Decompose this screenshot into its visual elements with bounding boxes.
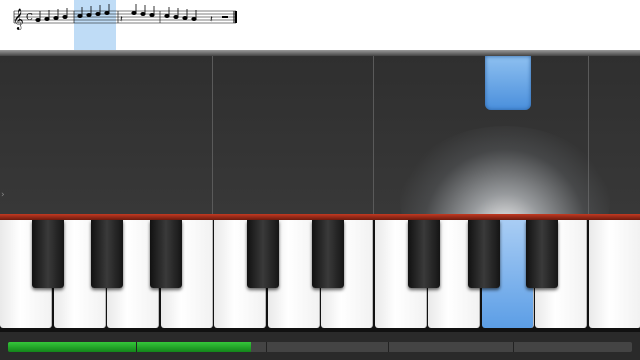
- quarter-note: [77, 13, 83, 18]
- quarter-note: [149, 12, 155, 17]
- quarter-note: [44, 16, 50, 21]
- white-key[interactable]: [588, 220, 640, 328]
- song-progress-fill: [8, 342, 252, 352]
- quarter-note: [140, 11, 146, 16]
- quarter-note: [104, 10, 110, 15]
- song-progress-track[interactable]: [8, 342, 632, 352]
- note-lane-area: ›: [0, 56, 640, 214]
- quarter-note: [53, 15, 59, 20]
- black-key[interactable]: [468, 220, 500, 288]
- music-staff: 𝄞 C 𝄽 𝄽: [13, 4, 237, 30]
- piano-keyboard: [0, 214, 640, 332]
- black-key[interactable]: [91, 220, 123, 288]
- hit-glow-effect: [400, 126, 610, 214]
- lane-edge-mark-icon: ›: [1, 190, 5, 200]
- treble-clef-icon: 𝄞: [13, 9, 24, 30]
- progress-tick: [513, 342, 514, 352]
- black-key[interactable]: [526, 220, 558, 288]
- quarter-note: [182, 15, 188, 20]
- progress-bar-area: [0, 332, 640, 360]
- quarter-note: [131, 10, 137, 15]
- lane-divider: [373, 56, 374, 214]
- rest-icon: 𝄽: [120, 15, 123, 25]
- black-key[interactable]: [312, 220, 344, 288]
- falling-note: [485, 56, 531, 110]
- quarter-note: [35, 17, 41, 22]
- quarter-note: [95, 11, 101, 16]
- rest-icon: 𝄽: [210, 15, 213, 25]
- whole-rest-icon: [222, 16, 228, 18]
- quarter-note: [191, 16, 197, 21]
- progress-tick: [266, 342, 267, 352]
- quarter-note: [173, 14, 179, 19]
- black-key[interactable]: [408, 220, 440, 288]
- black-key[interactable]: [32, 220, 64, 288]
- quarter-note: [62, 14, 68, 19]
- lane-divider: [212, 56, 213, 214]
- sheet-music-strip: 𝄞 C 𝄽 𝄽: [0, 0, 640, 50]
- black-key[interactable]: [150, 220, 182, 288]
- progress-tick: [388, 342, 389, 352]
- quarter-note: [164, 13, 170, 18]
- time-signature: C: [26, 13, 33, 23]
- black-key[interactable]: [247, 220, 279, 288]
- quarter-note: [86, 12, 92, 17]
- progress-tick: [136, 342, 137, 352]
